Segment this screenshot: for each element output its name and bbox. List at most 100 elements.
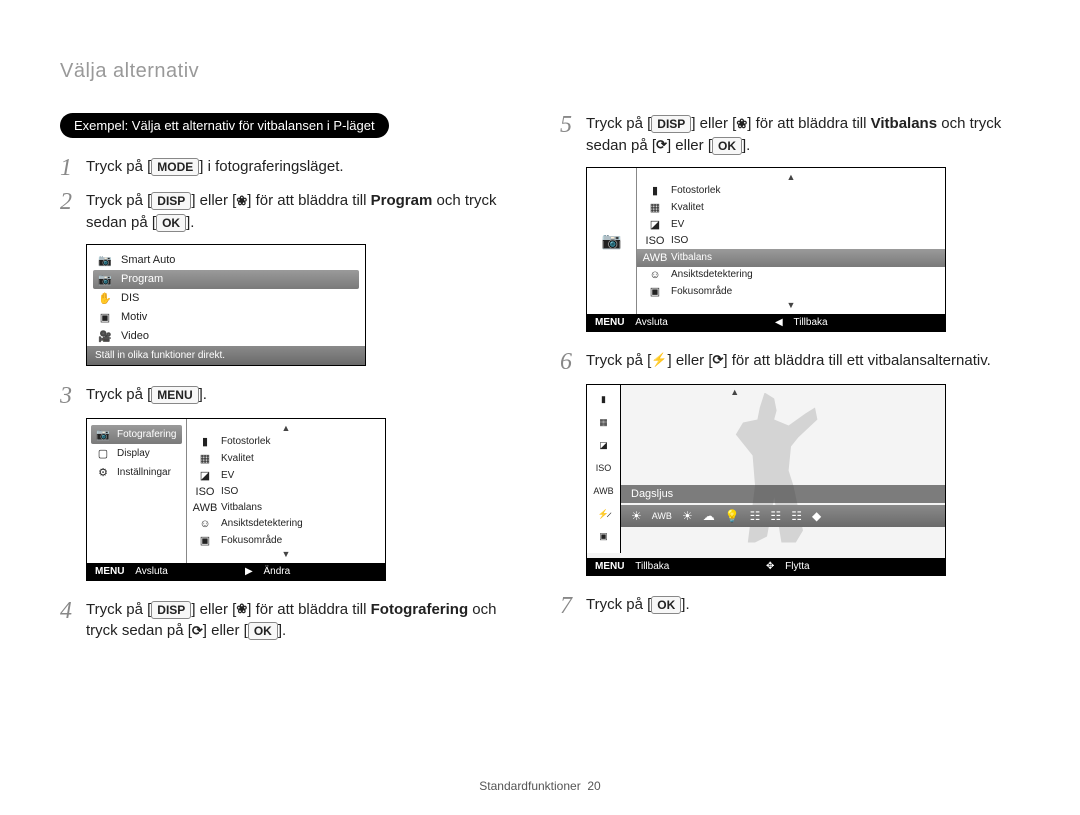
menu-small-label: MENU xyxy=(595,561,624,572)
step-number: 7 xyxy=(560,594,586,618)
opt-label: Fokusområde xyxy=(221,535,282,546)
disp-button-label: DISP xyxy=(151,192,191,210)
step-6: 6 Tryck på [⚡] eller [⟳] för att bläddra… xyxy=(560,350,1020,374)
mode-label: Video xyxy=(121,330,149,342)
program-icon: 📷 xyxy=(97,273,113,286)
face-icon: ☺ xyxy=(197,518,213,530)
text: Tryck på [ xyxy=(86,386,151,403)
footer-label: Standardfunktioner xyxy=(479,779,580,793)
menu-option: ▣ Fokusområde xyxy=(187,532,385,549)
video-icon: 🎥 xyxy=(97,330,113,343)
mode-row: 🎥 Video xyxy=(87,327,365,346)
menu-side-row: ⚙ Inställningar xyxy=(91,463,182,482)
quality-icon: ▦ xyxy=(599,418,608,427)
step-number: 1 xyxy=(60,156,86,180)
focus-icon: ▣ xyxy=(647,285,663,298)
mode-menu-screenshot: 📷Smart Auto 📷Program ✋DIS ▣Motiv 🎥Video … xyxy=(86,244,366,366)
wb-icon-band: ☀ AWB ☀ ☁ 💡 ☷ ☷ ☷ ◆ xyxy=(621,505,945,527)
macro-icon: ❀ xyxy=(236,192,247,211)
fotografering-bold: Fotografering xyxy=(371,601,469,618)
menu-bottom-bar: MENU Avsluta ◀ Tillbaka xyxy=(587,314,945,331)
opt-label: ISO xyxy=(671,235,688,246)
cloud-icon: ☁ xyxy=(703,509,715,523)
bottom-left: Avsluta xyxy=(135,566,168,577)
text: Tryck på [ xyxy=(86,158,151,175)
ok-button-label: OK xyxy=(651,596,681,614)
mode-label: Smart Auto xyxy=(121,254,175,266)
scroll-up-icon: ▲ xyxy=(637,172,945,182)
opt-label: EV xyxy=(221,470,234,481)
opt-label: Vitbalans xyxy=(671,252,712,263)
menu-small-label: MENU xyxy=(595,317,624,328)
wb-preview-screenshot: ▮ ▦ ◪ ISO AWB ⚡̷ ▣ ▲ Dagsljus ☀ AWB ☀ ☁ … xyxy=(586,384,946,576)
step-2: 2 Tryck på [DISP] eller [❀] för att bläd… xyxy=(60,190,520,234)
text: Tryck på [ xyxy=(586,352,651,369)
text: ]. xyxy=(742,137,750,154)
scene-icon: ▣ xyxy=(97,311,113,324)
timer-icon: ⟳ xyxy=(713,351,724,370)
mode-row: ▣ Motiv xyxy=(87,308,365,327)
step-number: 2 xyxy=(60,190,86,214)
menu-screenshot: 📷Fotografering ▢Display ⚙Inställningar ▲… xyxy=(86,418,386,581)
iso-icon: ISO xyxy=(647,235,663,247)
mode-label: Motiv xyxy=(121,311,147,323)
opt-label: Fotostorlek xyxy=(221,436,270,447)
dis-icon: ✋ xyxy=(97,292,113,305)
text: Tryck på [ xyxy=(586,596,651,613)
step-number: 6 xyxy=(560,350,586,374)
camera-icon: 📷 xyxy=(95,428,111,441)
timer-icon: ⟳ xyxy=(656,136,667,155)
example-badge: Exempel: Välja ett alternativ för vitbal… xyxy=(60,113,389,138)
text: ] eller [ xyxy=(667,352,712,369)
menu-side-row: 📷 Fotografering xyxy=(91,425,182,444)
menu-small-label: MENU xyxy=(95,566,124,577)
menu-option: ISOISO xyxy=(187,484,385,500)
text: ] eller [ xyxy=(667,137,712,154)
text: ] eller [ xyxy=(191,601,236,618)
step-number: 5 xyxy=(560,113,586,137)
mode-row: ✋DIS xyxy=(87,289,365,308)
focus-icon: ▣ xyxy=(197,534,213,547)
menu-option: ☺ Ansiktsdetektering xyxy=(187,516,385,532)
opt-label: Ansiktsdetektering xyxy=(221,518,303,529)
step-7: 7 Tryck på [OK]. xyxy=(560,594,1020,618)
smart-auto-icon: 📷 xyxy=(97,254,113,267)
menu-side-label: Fotografering xyxy=(117,429,176,440)
text: ]. xyxy=(681,596,689,613)
step-number: 4 xyxy=(60,599,86,623)
menu-option: ◪EV xyxy=(637,216,945,233)
text: ] eller [ xyxy=(691,115,736,132)
text: ]. xyxy=(278,622,286,639)
text: Tryck på [ xyxy=(86,192,151,209)
page-title: Välja alternativ xyxy=(60,60,1020,83)
iso-icon: ISO xyxy=(596,464,612,473)
menu-option: ▮Fotostorlek xyxy=(187,433,385,450)
scroll-down-icon: ▼ xyxy=(187,549,385,559)
text: Tryck på [ xyxy=(586,115,651,132)
text: ] eller [ xyxy=(203,622,248,639)
hint-bar: Ställ in olika funktioner direkt. xyxy=(87,346,365,365)
opt-label: Fokusområde xyxy=(671,286,732,297)
mode-row: 📷 Smart Auto xyxy=(87,251,365,270)
menu-option: ISO ISO xyxy=(637,233,945,249)
opt-label: Ansiktsdetektering xyxy=(671,269,753,280)
menu-button-label: MENU xyxy=(151,386,198,404)
menu-side-label: Inställningar xyxy=(117,467,171,478)
gear-icon: ⚙ xyxy=(95,466,111,479)
program-bold: Program xyxy=(371,192,433,209)
fluorescent-icon: ☷ xyxy=(750,509,761,523)
bottom-right: Flytta xyxy=(785,561,809,572)
fluorescent-icon: ☷ xyxy=(770,509,781,523)
bottom-left: Tillbaka xyxy=(635,561,669,572)
bottom-right: Tillbaka xyxy=(793,317,827,328)
camera-icon: 📷 xyxy=(604,231,620,251)
face-icon: ☺ xyxy=(647,269,663,281)
scroll-down-icon: ▼ xyxy=(637,300,945,310)
ev-icon: ◪ xyxy=(647,218,663,231)
text: ] eller [ xyxy=(191,192,236,209)
opt-label: ISO xyxy=(221,486,238,497)
disp-button-label: DISP xyxy=(651,115,691,133)
menu-option: ▣ Fokusområde xyxy=(637,283,945,300)
step-4: 4 Tryck på [DISP] eller [❀] för att bläd… xyxy=(60,599,520,643)
flash-off-icon: ⚡̷ xyxy=(598,510,609,519)
